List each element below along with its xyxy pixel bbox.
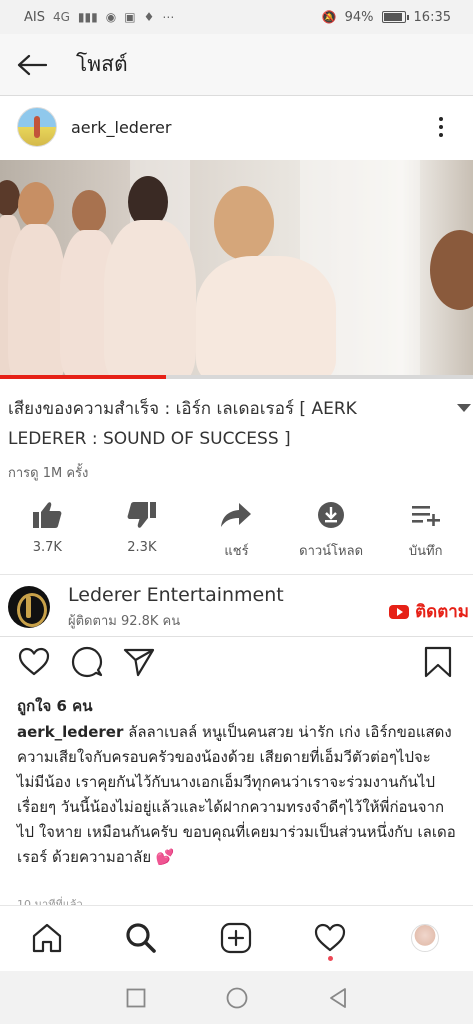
back-button[interactable] <box>0 34 64 96</box>
gallery-icon: ▣ <box>124 10 136 24</box>
nav-search[interactable] <box>121 918 161 958</box>
channel-row: Lederer Entertainment ผู้ติดตาม 92.8K คน… <box>0 578 473 636</box>
video-progress-bar[interactable] <box>0 375 473 379</box>
more-options-button[interactable] <box>431 114 451 140</box>
download-icon <box>318 502 345 528</box>
like-video-button[interactable]: 3.7K <box>0 498 95 564</box>
home-icon <box>32 923 62 953</box>
notification-dot <box>328 956 333 961</box>
bookmark-icon <box>424 646 452 678</box>
heart-icon <box>18 647 50 676</box>
avatar[interactable] <box>17 107 57 147</box>
video-figure <box>72 190 106 234</box>
subscribe-button[interactable]: ติดตาม <box>389 598 469 625</box>
save-playlist-icon <box>411 506 440 526</box>
triangle-back-icon <box>330 988 346 1008</box>
youtube-icon <box>389 604 410 619</box>
caption-username[interactable]: aerk_lederer <box>17 723 123 741</box>
home-system-button[interactable] <box>224 985 250 1011</box>
subscribe-label: ติดตาม <box>415 602 469 622</box>
back-system-button[interactable] <box>325 985 351 1011</box>
profile-avatar <box>411 924 439 952</box>
heart-icon <box>314 923 346 952</box>
download-label: ดาวน์โหลด <box>299 544 364 559</box>
nav-activity[interactable] <box>310 918 350 958</box>
back-arrow-icon <box>17 54 47 75</box>
view-count: การดู 1M ครั้ง <box>8 466 89 481</box>
carrier-label: AIS <box>24 9 45 25</box>
post-caption: aerk_lederer ลัลลาเบลล์ หนูเป็นคนสวย น่า… <box>17 720 457 870</box>
video-player[interactable] <box>0 160 473 378</box>
paper-plane-icon <box>123 648 155 677</box>
save-button[interactable]: บันทึก <box>378 498 473 564</box>
share-button[interactable]: แชร์ <box>189 498 284 564</box>
comment-button[interactable] <box>70 645 104 679</box>
network-label: 4G <box>52 10 70 24</box>
battery-percent: 94% <box>344 9 374 25</box>
bookmark-button[interactable] <box>421 645 455 679</box>
line-app-icon: ◉ <box>105 10 117 24</box>
download-button[interactable]: ดาวน์โหลด <box>284 498 379 564</box>
subscriber-count: ผู้ติดตาม 92.8K คน <box>68 613 181 629</box>
save-label: บันทึก <box>408 544 443 559</box>
circle-icon <box>226 987 248 1009</box>
video-figure <box>18 182 54 228</box>
signal-icon: ▮▮▮ <box>77 10 98 24</box>
channel-name[interactable]: Lederer Entertainment <box>68 584 284 606</box>
top-app-bar: โพสต์ <box>0 34 473 96</box>
video-figure <box>104 220 196 378</box>
nav-profile[interactable] <box>405 918 445 958</box>
like-button[interactable] <box>17 645 51 679</box>
video-figure <box>430 230 473 310</box>
comment-icon <box>71 646 103 678</box>
like-count: 3.7K <box>32 540 62 555</box>
caption-text: ลัลลาเบลล์ หนูเป็นคนสวย น่ารัก เก่ง เอิร… <box>17 723 456 866</box>
divider <box>0 636 473 637</box>
battery-icon <box>381 11 409 23</box>
recents-button[interactable] <box>123 985 149 1011</box>
video-title[interactable]: เสียงของความสำเร็จ : เอิร์ก เลเดอเรอร์ [… <box>8 394 438 454</box>
location-icon: ♦ <box>143 10 155 24</box>
video-progress-fill <box>0 375 166 379</box>
more-dots-icon <box>439 117 443 121</box>
status-bar: AIS 4G ▮▮▮ ◉ ▣ ♦ ⋯ 🔕 94% 16:35 <box>0 0 473 34</box>
post-actions <box>0 645 473 685</box>
divider <box>0 574 473 575</box>
search-icon <box>126 923 156 953</box>
add-post-icon <box>220 922 252 954</box>
send-button[interactable] <box>122 645 156 679</box>
bottom-nav <box>0 905 473 971</box>
likes-count[interactable]: ถูกใจ 6 คน <box>17 694 92 718</box>
video-figure <box>214 186 274 260</box>
post-header: aerk_lederer <box>0 100 473 154</box>
video-figure <box>8 224 66 378</box>
nav-new-post[interactable] <box>216 918 256 958</box>
dislike-count: 2.3K <box>127 540 157 555</box>
system-nav-bar <box>0 971 473 1024</box>
mute-icon: 🔕 <box>321 10 337 24</box>
dislike-video-button[interactable]: 2.3K <box>95 498 190 564</box>
thumbs-down-icon <box>127 502 156 528</box>
nav-home[interactable] <box>27 918 67 958</box>
post-username[interactable]: aerk_lederer <box>71 118 171 137</box>
share-label: แชร์ <box>224 544 249 559</box>
square-icon <box>126 988 146 1008</box>
video-actions: 3.7K 2.3K แชร์ ดาวน์โหลด บันทึก <box>0 498 473 564</box>
share-icon <box>221 503 252 527</box>
thumbs-up-icon <box>33 502 62 528</box>
more-notifications-icon: ⋯ <box>162 10 175 24</box>
expand-description-icon[interactable] <box>457 404 471 412</box>
page-title: โพสต์ <box>76 52 128 76</box>
clock: 16:35 <box>413 9 451 25</box>
video-figure <box>0 180 20 216</box>
channel-logo[interactable] <box>8 586 50 628</box>
video-figure <box>196 256 336 378</box>
battery-fill <box>383 13 403 21</box>
